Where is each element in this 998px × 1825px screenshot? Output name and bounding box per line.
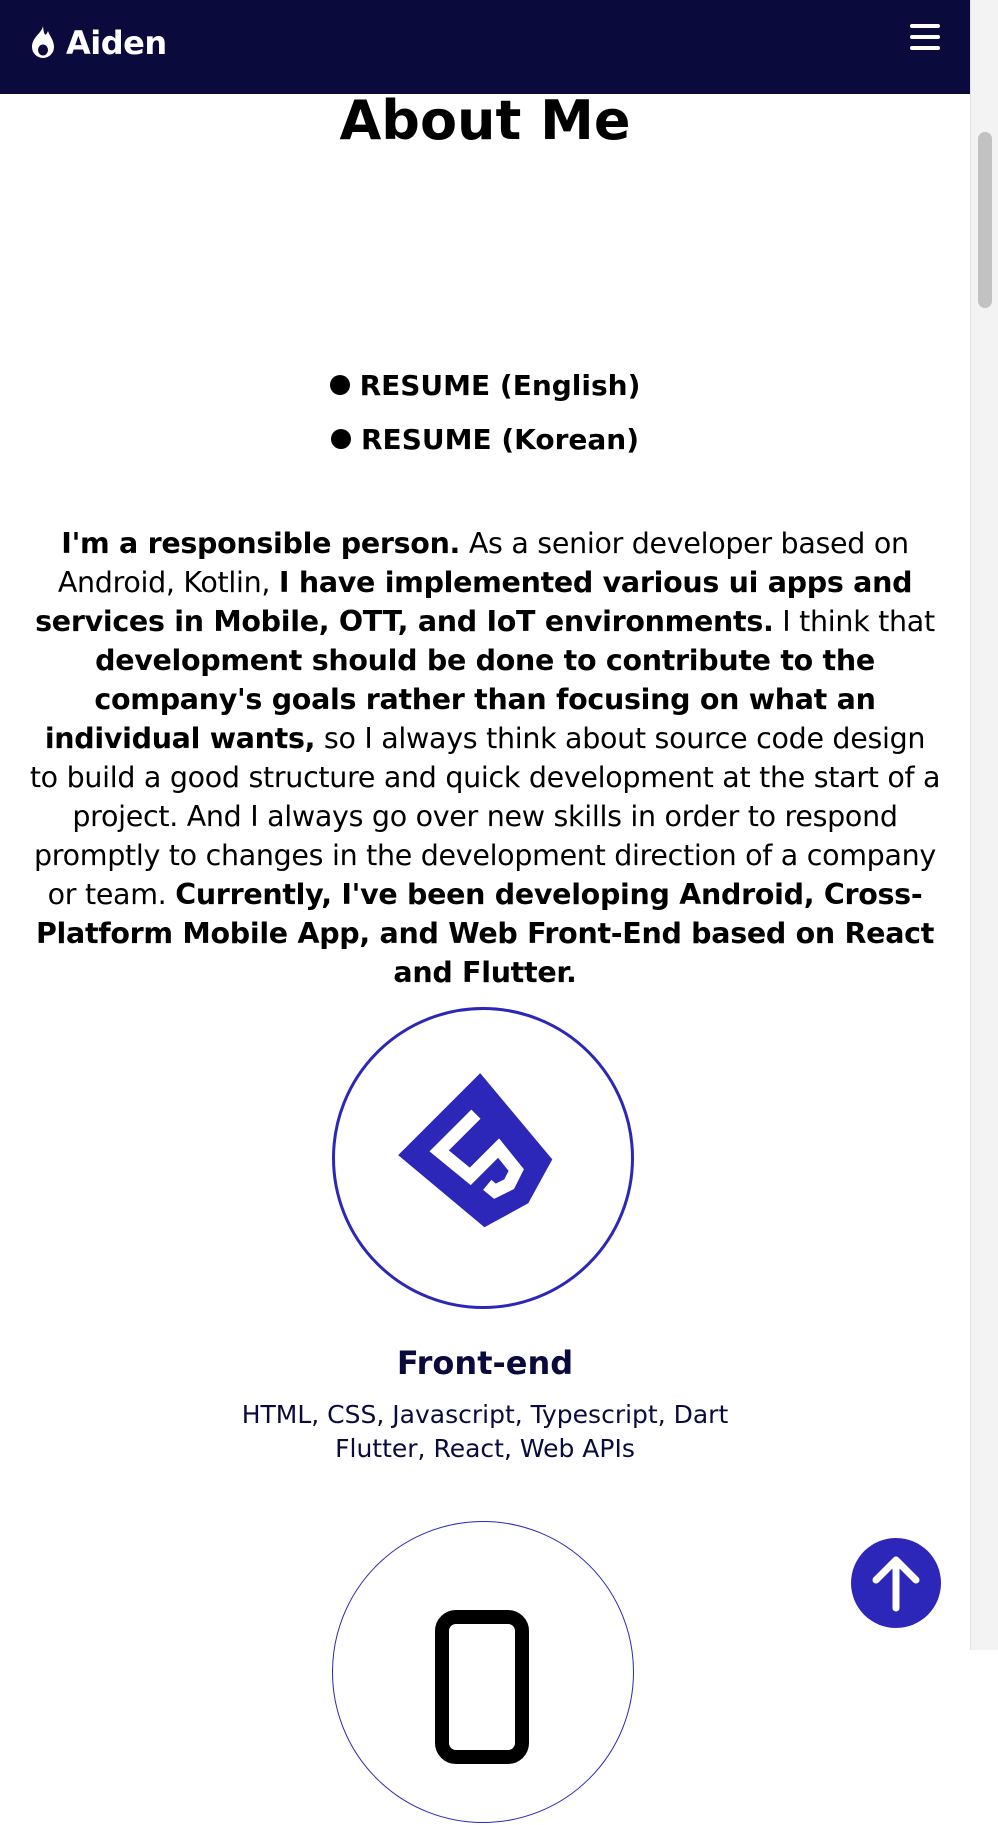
resume-list: RESUME (English) RESUME (Korean): [0, 358, 970, 466]
bullet-icon: [331, 429, 351, 449]
back-to-top-button[interactable]: [851, 1538, 941, 1628]
skill-desc-frontend: HTML, CSS, Javascript, Typescript, Dart …: [0, 1398, 970, 1466]
resume-korean-label: RESUME (Korean): [361, 422, 639, 456]
bullet-icon: [329, 375, 350, 395]
arrow-up-icon: [872, 1556, 920, 1612]
brand-link[interactable]: Aiden: [28, 24, 167, 62]
resume-english-label: RESUME (English): [359, 368, 641, 402]
fire-icon: [32, 26, 54, 58]
navbar: Aiden: [0, 0, 970, 94]
mobile-skill-circle: [332, 1521, 634, 1823]
brand-name: Aiden: [66, 24, 167, 62]
html5-icon: [398, 1073, 553, 1228]
skill-desc-line: Flutter, React, Web APIs: [335, 1434, 635, 1463]
scrollbar-thumb[interactable]: [978, 132, 992, 308]
hamburger-menu-icon[interactable]: [910, 24, 940, 50]
resume-korean-link[interactable]: RESUME (Korean): [0, 412, 970, 466]
intro-paragraph: I'm a responsible person. As a senior de…: [28, 524, 942, 992]
intro-segment: I'm a responsible person.: [61, 527, 461, 560]
intro-segment: I think that: [773, 605, 935, 638]
mobile-phone-icon: [435, 1610, 529, 1764]
page-title: About Me: [339, 89, 631, 152]
skill-title-frontend: Front-end: [396, 1344, 574, 1382]
resume-english-link[interactable]: RESUME (English): [0, 358, 970, 412]
frontend-skill-circle: [332, 1007, 634, 1309]
skill-desc-line: HTML, CSS, Javascript, Typescript, Dart: [241, 1400, 729, 1429]
